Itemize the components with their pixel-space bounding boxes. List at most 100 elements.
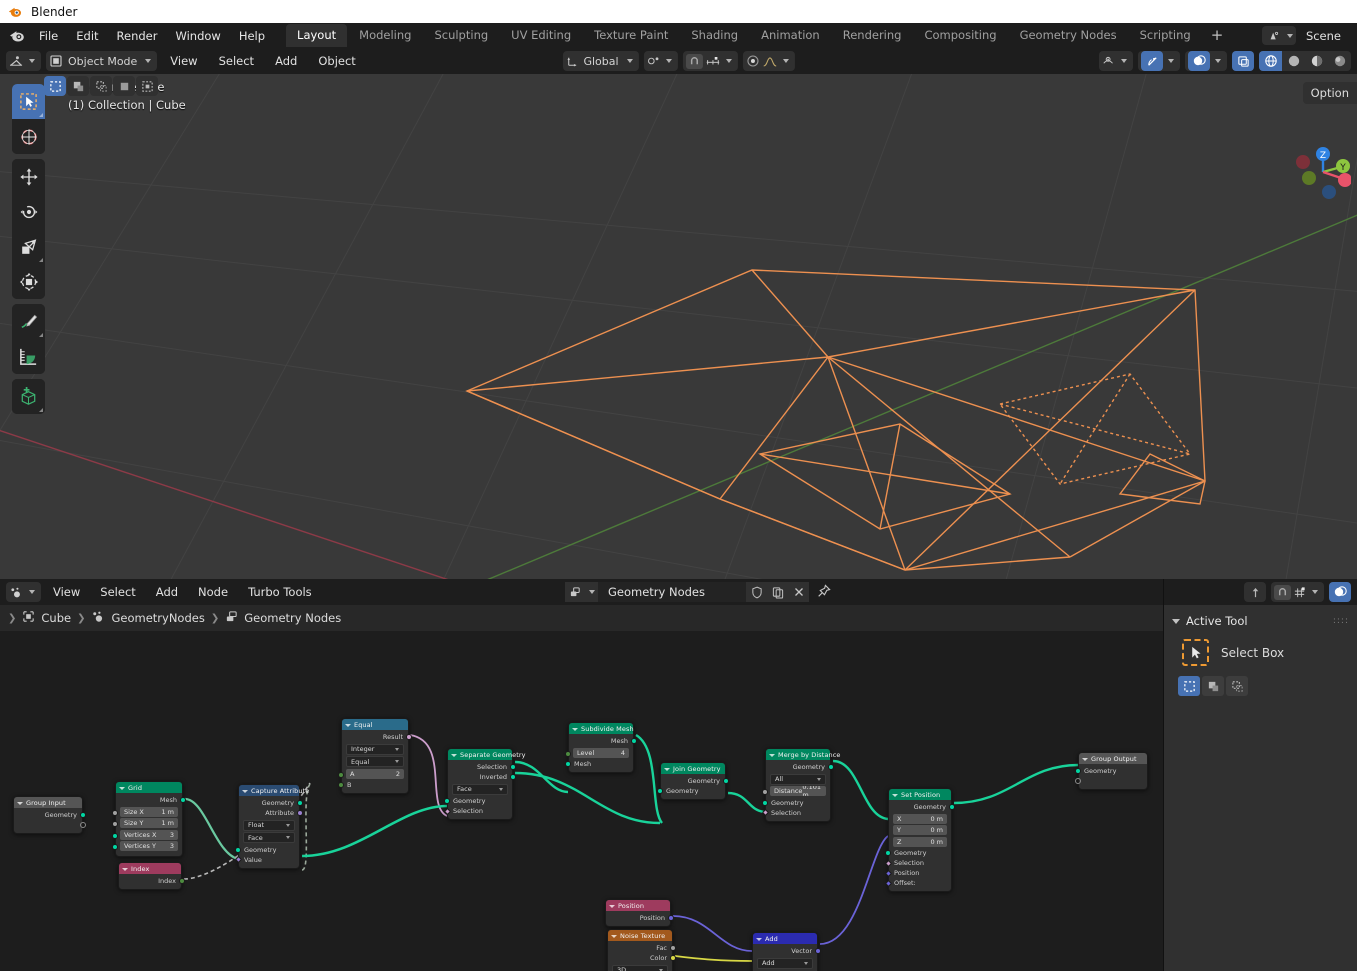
snap-node-controls[interactable] bbox=[1271, 582, 1324, 602]
active-tool-panel-header[interactable]: Active Tool :::: bbox=[1164, 611, 1357, 631]
node-header-index[interactable]: Index bbox=[119, 863, 181, 874]
scene-name[interactable]: Scene bbox=[1302, 29, 1345, 43]
node-dropdown[interactable]: Face bbox=[243, 832, 295, 843]
menu-render[interactable]: Render bbox=[108, 26, 167, 46]
node-menu-turbo-tools[interactable]: Turbo Tools bbox=[240, 582, 320, 602]
rotate-tool[interactable] bbox=[12, 194, 45, 229]
node-dropdown[interactable]: Face bbox=[452, 783, 508, 795]
input-socket[interactable] bbox=[444, 798, 450, 804]
show-overlays-icon[interactable] bbox=[1188, 51, 1210, 71]
tab-texture-paint[interactable]: Texture Paint bbox=[583, 24, 679, 47]
unlink-close-icon[interactable] bbox=[788, 582, 809, 602]
input-socket[interactable] bbox=[1075, 768, 1081, 774]
collapse-triangle-icon[interactable] bbox=[122, 867, 128, 871]
select-difference-icon[interactable] bbox=[113, 76, 135, 96]
node-header-set-position[interactable]: Set Position bbox=[889, 789, 951, 800]
scale-tool[interactable] bbox=[12, 229, 45, 264]
input-socket[interactable] bbox=[884, 869, 892, 877]
output-socket[interactable] bbox=[180, 797, 186, 803]
input-socket-row[interactable]: Position bbox=[884, 868, 951, 878]
viewport-options-button[interactable]: Option bbox=[1302, 82, 1357, 104]
node-join-geometry[interactable]: Join Geometry Geometry Geometry bbox=[657, 762, 729, 800]
viewport-canvas[interactable]: User Perspective (1) Collection | Cube bbox=[0, 74, 1357, 579]
node-dropdown[interactable]: Integer bbox=[346, 743, 404, 755]
collapse-triangle-icon[interactable] bbox=[892, 793, 898, 797]
node-dropdown[interactable]: All bbox=[770, 773, 826, 785]
output-socket[interactable] bbox=[510, 764, 516, 770]
xray-toggle[interactable] bbox=[1232, 51, 1254, 71]
new-copy-icon[interactable] bbox=[767, 582, 788, 602]
output-socket-row[interactable]: Index bbox=[119, 876, 185, 886]
viewport-menu-add[interactable]: Add bbox=[267, 51, 305, 71]
node-overlays-icon[interactable] bbox=[1329, 582, 1351, 602]
editor-type-selector[interactable] bbox=[6, 51, 41, 71]
input-socket-row[interactable]: Offset: bbox=[884, 878, 951, 888]
input-socket[interactable] bbox=[885, 850, 891, 856]
menu-window[interactable]: Window bbox=[166, 26, 229, 46]
snap-pivot-selector[interactable] bbox=[643, 51, 678, 71]
blender-menu-icon[interactable] bbox=[4, 23, 30, 48]
output-socket[interactable] bbox=[406, 734, 412, 740]
node-header-equal[interactable]: Equal bbox=[342, 719, 408, 730]
add-workspace-button[interactable]: + bbox=[1203, 28, 1232, 43]
node-snap-magnet-icon[interactable] bbox=[1274, 584, 1291, 600]
show-gizmo-icon[interactable] bbox=[1141, 51, 1163, 71]
node-index[interactable]: Index Index bbox=[118, 862, 185, 890]
gizmo-toggle[interactable] bbox=[1138, 51, 1180, 71]
node-header-position[interactable]: Position bbox=[606, 900, 670, 911]
node-header-merge-by-distance[interactable]: Merge by Distance bbox=[766, 749, 840, 760]
output-socket-row[interactable]: Position bbox=[606, 913, 674, 923]
input-socket[interactable] bbox=[1075, 778, 1081, 784]
node-header-noise-texture[interactable]: Noise Texture bbox=[608, 930, 672, 941]
add-cube-tool[interactable] bbox=[12, 379, 45, 414]
collapse-triangle-icon[interactable] bbox=[345, 723, 351, 727]
menu-file[interactable]: File bbox=[30, 26, 67, 46]
node-header-capture-attribute[interactable]: Capture Attribute bbox=[239, 785, 309, 796]
visibility-selector[interactable] bbox=[1099, 51, 1133, 71]
node-menu-select[interactable]: Select bbox=[92, 582, 143, 602]
output-socket[interactable] bbox=[723, 778, 729, 784]
node-group-output[interactable]: Group Output Geometry bbox=[1075, 752, 1148, 790]
breadcrumb-geometry-nodes-tree[interactable]: Geometry Nodes bbox=[244, 611, 341, 625]
input-socket[interactable] bbox=[762, 789, 768, 795]
snap-magnet-icon[interactable] bbox=[685, 53, 703, 69]
input-socket-row[interactable]: Selection bbox=[884, 858, 951, 868]
node-dropdown[interactable]: Float bbox=[243, 819, 295, 831]
output-socket-row[interactable]: Vector bbox=[753, 946, 821, 956]
output-socket-row[interactable]: Attribute bbox=[239, 808, 303, 818]
tweak-select-tool[interactable] bbox=[12, 84, 45, 119]
measure-tool[interactable] bbox=[12, 339, 45, 374]
input-socket-row[interactable]: Value bbox=[234, 855, 299, 865]
input-socket[interactable] bbox=[762, 799, 768, 806]
output-socket-row[interactable] bbox=[14, 820, 86, 830]
node-header-group-input[interactable]: Group Input bbox=[14, 797, 82, 808]
cursor-tool[interactable] bbox=[12, 119, 45, 154]
collapse-triangle-icon[interactable] bbox=[609, 904, 615, 908]
output-socket-row[interactable]: Inverted bbox=[448, 772, 516, 782]
input-socket-row[interactable]: B bbox=[338, 780, 408, 790]
tab-compositing[interactable]: Compositing bbox=[913, 24, 1007, 47]
node-header-grid[interactable]: Grid bbox=[116, 782, 182, 793]
output-socket[interactable] bbox=[828, 764, 834, 770]
input-socket[interactable] bbox=[234, 855, 242, 864]
move-tool[interactable] bbox=[12, 159, 45, 194]
node-tree-name[interactable]: Geometry Nodes bbox=[598, 582, 746, 602]
tab-uv-editing[interactable]: UV Editing bbox=[500, 24, 582, 47]
node-menu-view[interactable]: View bbox=[45, 582, 88, 602]
node-noise-texture[interactable]: Noise TextureFacColor3DScale-1.600Detail… bbox=[607, 929, 676, 971]
snap-controls[interactable] bbox=[682, 51, 738, 71]
input-socket[interactable] bbox=[657, 788, 663, 794]
output-socket[interactable] bbox=[297, 800, 303, 806]
output-socket-row[interactable]: Geometry bbox=[661, 776, 729, 786]
node-capture-attribute[interactable]: Capture Attribute Geometry Attribute Float F… bbox=[234, 784, 309, 869]
node-value-row[interactable]: X 0 m bbox=[889, 813, 951, 824]
navigation-gizmo[interactable]: Z Y bbox=[1285, 134, 1352, 200]
panel-drag-grip[interactable]: :::: bbox=[1333, 616, 1349, 626]
select-subtract-icon[interactable] bbox=[90, 76, 112, 96]
input-socket-row[interactable]: Geometry bbox=[235, 845, 299, 855]
output-socket[interactable] bbox=[670, 945, 676, 951]
input-socket[interactable] bbox=[565, 750, 571, 757]
input-socket-row[interactable]: Mesh bbox=[565, 759, 633, 769]
collapse-triangle-icon[interactable] bbox=[756, 937, 762, 941]
output-socket[interactable] bbox=[179, 878, 185, 884]
